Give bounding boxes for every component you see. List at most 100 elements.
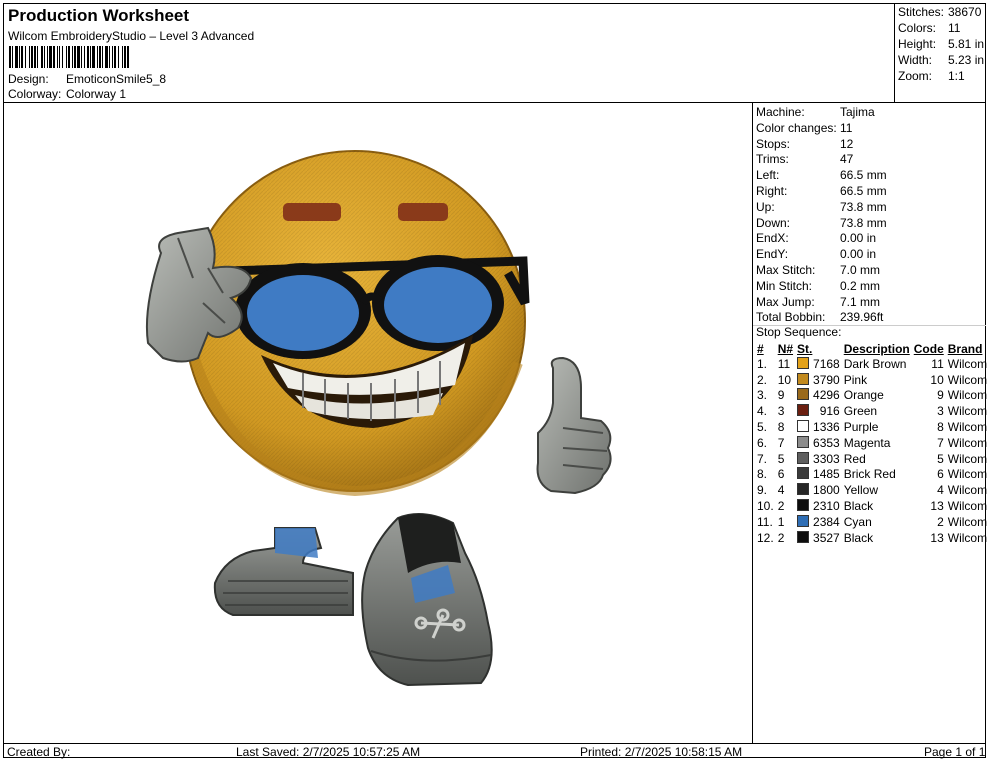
info-value: 7.1 mm — [840, 294, 881, 309]
color-swatch — [797, 372, 810, 385]
design-preview — [3, 103, 753, 743]
thread-brand: Wilcom — [947, 435, 988, 450]
info-value: 0.2 mm — [840, 278, 881, 293]
thread-description: Brick Red — [843, 467, 896, 482]
summary-label: Zoom: — [898, 69, 933, 83]
info-row: Total Bobbin: 239.96ft — [756, 310, 883, 324]
last-saved: Last Saved: 2/7/2025 10:57:25 AM — [236, 745, 421, 759]
color-swatch-cell — [795, 482, 811, 498]
stop-number: 12. — [757, 530, 774, 545]
summary-row: Height: 5.81 in — [898, 37, 984, 51]
table-header-row: # N# St. Description Code Brand — [755, 341, 989, 356]
stop-number: 11. — [757, 514, 773, 529]
info-row: EndX: 0.00 in — [756, 231, 876, 245]
right-shoe — [361, 513, 493, 687]
thread-brand: Wilcom — [947, 530, 988, 545]
info-value: 0.00 in — [840, 231, 877, 246]
info-value: 73.8 mm — [840, 199, 887, 214]
printed-date: Printed: 2/7/2025 10:58:15 AM — [580, 745, 743, 759]
thread-brand: Wilcom — [947, 420, 988, 435]
stitch-count: 2384 — [813, 514, 840, 529]
table-row: 6. 7 6353 Magenta 7 Wilcom — [755, 435, 989, 451]
table-row: 9. 4 1800 Yellow 4 Wilcom — [755, 482, 989, 498]
summary-row: Stitches: 38670 — [898, 5, 981, 19]
info-row: EndY: 0.00 in — [756, 247, 876, 261]
info-value: 66.5 mm — [840, 168, 887, 183]
color-swatch-cell — [795, 514, 811, 530]
stop-number: 8. — [757, 467, 768, 482]
table-row: 2. 10 3790 Pink 10 Wilcom — [755, 372, 989, 388]
stitch-count: 1485 — [813, 467, 840, 482]
thread-description: Black — [843, 530, 874, 545]
stop-sequence-title: Stop Sequence: — [756, 325, 842, 339]
thread-description: Red — [843, 451, 866, 466]
color-swatch — [797, 404, 810, 417]
thread-brand: Wilcom — [947, 388, 988, 403]
stop-number: 3. — [757, 388, 768, 403]
info-label: Max Jump: — [756, 294, 815, 309]
info-value: 7.0 mm — [840, 263, 881, 277]
thread-brand: Wilcom — [947, 451, 988, 466]
stop-number: 2. — [757, 372, 768, 387]
summary-label: Width: — [898, 53, 933, 67]
color-swatch-cell — [795, 403, 811, 419]
needle-number: 4 — [777, 483, 785, 498]
table-row: 10. 2 2310 Black 13 Wilcom — [755, 498, 989, 514]
colorway-label: Colorway: — [8, 87, 62, 101]
info-value: 239.96ft — [840, 310, 884, 325]
software-name: Wilcom EmbroideryStudio – Level 3 Advanc… — [8, 29, 255, 43]
thread-code: 7 — [937, 435, 944, 450]
info-row: Trims: 47 — [756, 152, 853, 166]
machine-info-panel: Machine: Tajima Color changes: 11 Stops: 12 Tr… — [753, 103, 989, 743]
thread-brand: Wilcom — [947, 499, 988, 514]
needle-number: 5 — [777, 451, 785, 466]
needle-number: 2 — [777, 499, 785, 514]
table-row: 1. 11 7168 Dark Brown 11 Wilcom — [755, 356, 989, 372]
worksheet-header: Production Worksheet Wilcom EmbroiderySt… — [3, 3, 894, 103]
needle-number: 1 — [777, 514, 785, 529]
info-row: Down: 73.8 mm — [756, 216, 887, 230]
thread-code: 10 — [930, 372, 944, 387]
stop-number: 10. — [757, 499, 774, 514]
thread-description: Pink — [843, 372, 868, 387]
thread-code: 8 — [937, 420, 944, 435]
info-value: 11 — [840, 120, 853, 135]
summary-row: Colors: 11 — [898, 21, 960, 35]
stop-number: 4. — [757, 404, 768, 419]
design-label: Design: — [8, 72, 49, 86]
info-row: Color changes: 11 — [756, 121, 852, 135]
right-glove-thumbs-up — [536, 356, 612, 495]
thread-code: 3 — [937, 404, 944, 419]
info-label: Down: — [756, 215, 791, 230]
summary-label: Height: — [898, 37, 937, 51]
stitch-count: 6353 — [813, 435, 840, 450]
info-value: 47 — [840, 152, 854, 167]
summary-box: Stitches: 38670 Colors: 11 Height: 5.81 in … — [894, 3, 986, 103]
info-row: Up: 73.8 mm — [756, 200, 887, 214]
info-row: Machine: Tajima — [756, 105, 875, 119]
thread-description: Dark Brown — [843, 356, 907, 371]
thread-description: Magenta — [843, 435, 891, 450]
info-value: 12 — [840, 136, 854, 151]
info-label: Stops: — [756, 136, 791, 151]
color-swatch-cell — [795, 435, 811, 451]
color-swatch — [797, 451, 810, 464]
info-row: Max Jump: 7.1 mm — [756, 295, 880, 309]
info-label: EndX: — [756, 231, 789, 246]
column-header: # — [757, 341, 764, 356]
info-row: Max Stitch: 7.0 mm — [756, 263, 880, 277]
stitch-count: 3790 — [813, 372, 840, 387]
thread-code: 13 — [930, 530, 944, 545]
color-swatch — [797, 388, 810, 401]
thread-code: 6 — [937, 467, 944, 482]
thread-brand: Wilcom — [947, 514, 988, 529]
thread-code: 5 — [937, 451, 944, 466]
color-swatch — [797, 435, 810, 448]
needle-number: 9 — [777, 388, 785, 403]
stop-number: 6. — [757, 435, 768, 450]
summary-value: 1:1 — [948, 69, 965, 83]
stitch-count: 1800 — [813, 483, 840, 498]
info-value: Tajima — [840, 105, 875, 119]
stitch-count: 3527 — [813, 530, 840, 545]
summary-label: Stitches: — [898, 5, 945, 19]
